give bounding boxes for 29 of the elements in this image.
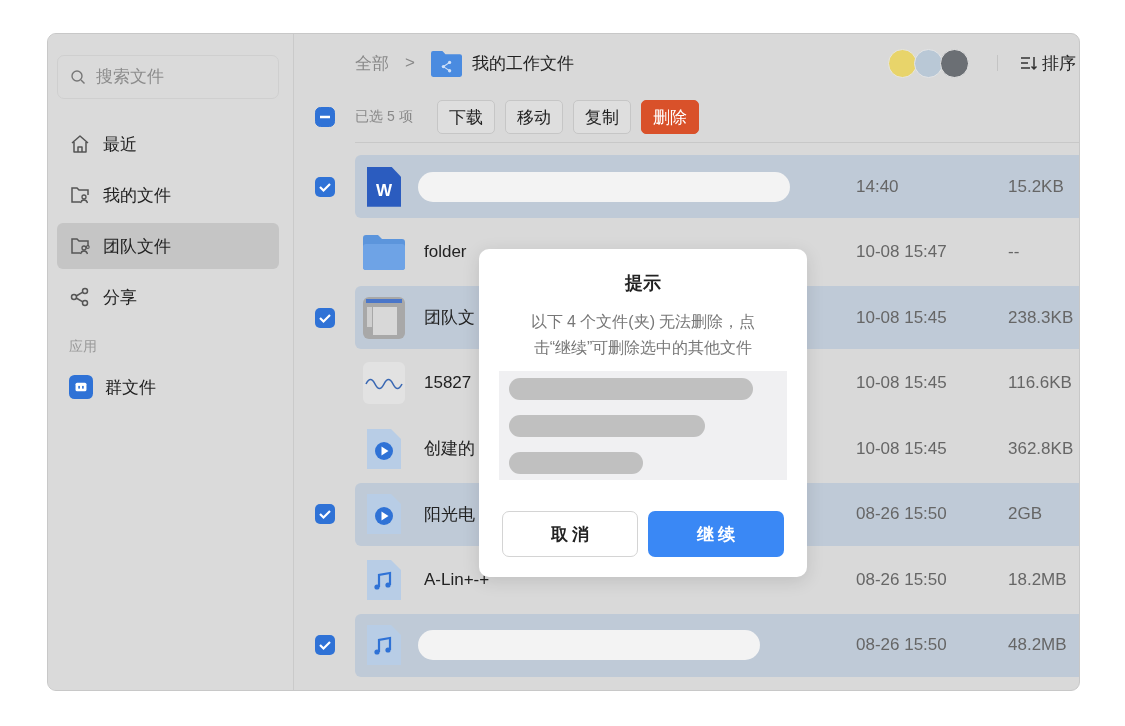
file-time: 10-08 15:45 <box>856 373 947 394</box>
section-label: 应用 <box>68 337 98 356</box>
file-time: 14:40 <box>856 176 899 197</box>
file-name: A-Lin+-+ <box>424 569 490 590</box>
breadcrumb-separator: > <box>405 53 415 73</box>
file-size: 15.2KB <box>1008 176 1064 197</box>
file-size: 362.8KB <box>1008 438 1074 459</box>
file-size: 238.3KB <box>1008 307 1074 328</box>
file-time: 08-26 15:50 <box>856 635 947 656</box>
file-name: 15827 <box>424 373 472 394</box>
word-document-icon: W <box>367 166 401 207</box>
file-time: 10-08 15:47 <box>856 242 947 263</box>
selection-count: 已选 5 项 <box>355 108 414 126</box>
file-size: 48.2MB <box>1008 635 1067 656</box>
dialog-title: 提示 <box>625 272 661 295</box>
file-size: 116.6KB <box>1008 373 1072 394</box>
breadcrumb-current: 我的工作文件 <box>471 52 574 75</box>
file-name: 创建的 <box>424 438 475 461</box>
file-size: 2GB <box>1008 504 1043 525</box>
file-size: 18.2MB <box>1008 569 1067 590</box>
file-time: 10-08 15:45 <box>856 307 947 328</box>
file-name: folder <box>424 242 467 263</box>
file-time: 10-08 15:45 <box>856 438 947 459</box>
file-size: -- <box>1008 242 1020 263</box>
file-name: 团队文 <box>424 307 475 330</box>
dialog-message: 以下 4 个文件(夹) 无法删除，点击“继续”可删除选中的其他文件 <box>529 312 757 358</box>
file-time: 08-26 15:50 <box>856 504 947 525</box>
file-name: 阳光电 <box>424 503 475 526</box>
file-time: 08-26 15:50 <box>856 569 947 590</box>
